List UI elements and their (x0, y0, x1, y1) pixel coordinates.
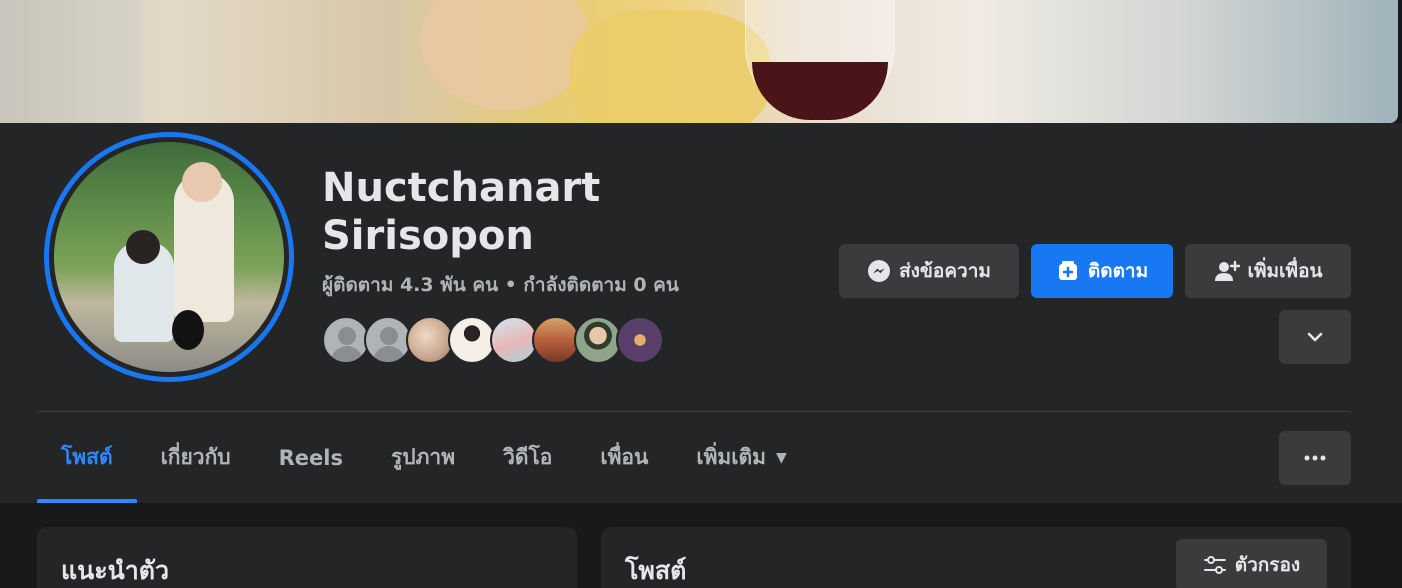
follow-icon (1056, 259, 1080, 283)
tab-videos-label: วิดีโอ (503, 445, 553, 469)
caret-down-icon: ▼ (775, 449, 787, 466)
tab-posts-label: โพสต์ (61, 445, 113, 469)
add-friend-icon (1214, 259, 1240, 283)
profile-tabs: โพสต์ เกี่ยวกับ Reels รูปภาพ วิดีโอ เพื่… (37, 412, 811, 503)
friend-avatar[interactable] (532, 316, 580, 364)
profile-name-line2: Sirisopon (322, 213, 534, 259)
chevron-down-icon (1305, 327, 1325, 347)
tab-reels[interactable]: Reels (255, 412, 367, 503)
friend-avatar[interactable] (406, 316, 454, 364)
friend-avatar[interactable] (364, 316, 412, 364)
messenger-icon (867, 259, 891, 283)
intro-card: แนะนำตัว (37, 527, 577, 588)
friend-avatar[interactable] (574, 316, 622, 364)
posts-card: โพสต์ ตัวกรอง (601, 527, 1351, 588)
friend-avatar[interactable] (448, 316, 496, 364)
tab-more-label: เพิ่มเติม (696, 445, 766, 469)
tab-more[interactable]: เพิ่มเติม ▼ (672, 412, 810, 503)
profile-name-line1: Nuctchanart (322, 165, 601, 211)
ellipsis-icon (1304, 455, 1326, 461)
tab-videos[interactable]: วิดีโอ (479, 412, 576, 503)
add-friend-button-label: เพิ่มเพื่อน (1247, 260, 1323, 282)
tab-photos-label: รูปภาพ (390, 445, 456, 469)
cover-photo[interactable] (0, 0, 1398, 123)
more-options-button[interactable] (1279, 310, 1351, 364)
follow-button-label: ติดตาม (1087, 260, 1149, 282)
add-friend-button[interactable]: เพิ่มเพื่อน (1185, 244, 1351, 298)
filter-sliders-icon (1203, 554, 1227, 576)
tab-friends[interactable]: เพื่อน (576, 412, 672, 503)
intro-title: แนะนำตัว (61, 556, 170, 585)
profile-picture[interactable] (44, 132, 294, 382)
tab-reels-label: Reels (278, 445, 343, 470)
friend-avatar[interactable] (616, 316, 664, 364)
tab-posts[interactable]: โพสต์ (37, 412, 137, 503)
tab-about-label: เกี่ยวกับ (160, 445, 231, 469)
friend-avatar[interactable] (322, 316, 370, 364)
message-button-label: ส่งข้อความ (899, 260, 991, 282)
followers-count[interactable]: ผู้ติดตาม 4.3 พัน คน • กำลังติดตาม 0 คน (322, 270, 679, 300)
friend-avatar[interactable] (490, 316, 538, 364)
follow-button[interactable]: ติดตาม (1031, 244, 1173, 298)
tab-photos[interactable]: รูปภาพ (367, 412, 479, 503)
profile-photo (54, 142, 284, 372)
tab-about[interactable]: เกี่ยวกับ (137, 412, 255, 503)
tab-friends-label: เพื่อน (600, 445, 649, 469)
filter-button-label: ตัวกรอง (1234, 554, 1301, 576)
message-button[interactable]: ส่งข้อความ (839, 244, 1019, 298)
profile-name: Nuctchanart Sirisopon (322, 164, 742, 260)
tabs-more-button[interactable] (1279, 431, 1351, 485)
filter-button[interactable]: ตัวกรอง (1176, 539, 1327, 588)
posts-title: โพสต์ (625, 556, 687, 585)
